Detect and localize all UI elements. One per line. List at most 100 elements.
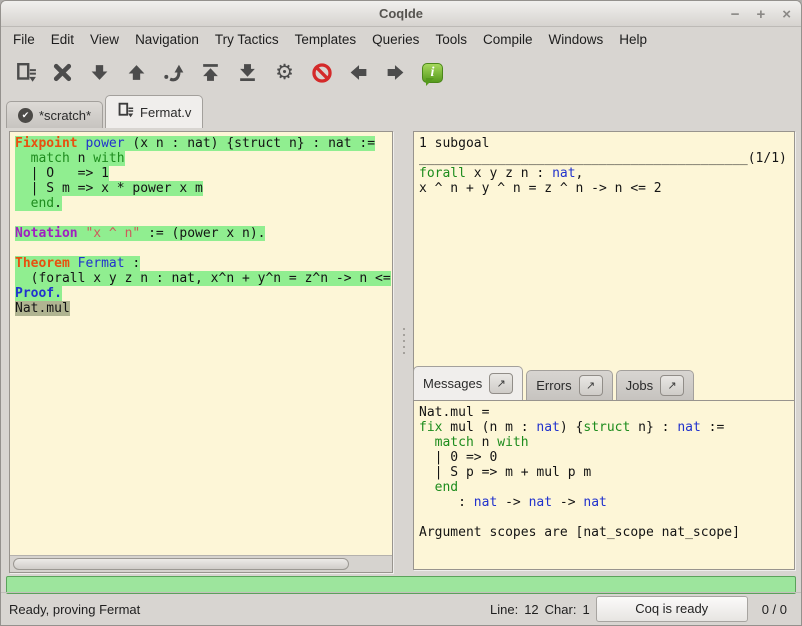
code-line: end (419, 480, 789, 495)
about-button[interactable]: i (414, 56, 451, 90)
job-counter: 0 / 0 (754, 602, 791, 617)
save-button[interactable] (7, 56, 44, 90)
tab-jobs-label: Jobs (626, 378, 653, 393)
arrow-up-icon (126, 62, 147, 83)
window-controls: − + × (731, 1, 791, 27)
menu-templates[interactable]: Templates (287, 29, 365, 50)
tab-fermat-label: Fermat.v (140, 105, 191, 120)
code-line: Notation "x ^ n" := (power x n). (15, 226, 387, 241)
coq-status-indicator: Coq is ready (596, 596, 748, 622)
restart-button[interactable] (192, 56, 229, 90)
code-line: | S p => m + mul p m (419, 465, 789, 480)
close-button[interactable]: × (782, 7, 791, 22)
detach-arrow-icon: ↗ (586, 379, 595, 392)
arrow-down-icon (89, 62, 110, 83)
gear-icon: ⚙ (275, 62, 294, 83)
interrupt-button[interactable] (303, 56, 340, 90)
maximize-button[interactable]: + (756, 7, 765, 22)
close-button-toolbar[interactable] (44, 56, 81, 90)
previous-button[interactable] (340, 56, 377, 90)
code-line: | 0 => 0 (419, 450, 789, 465)
editor-horizontal-scrollbar[interactable] (10, 555, 392, 572)
detach-errors-button[interactable]: ↗ (579, 375, 603, 396)
code-line: Theorem Fermat : (15, 256, 387, 271)
messages-code: Nat.mul =fix mul (n m : nat) {struct n} … (414, 401, 794, 544)
window-titlebar: CoqIde − + × (1, 1, 801, 27)
code-line: Fixpoint power (x n : nat) {struct n} : … (15, 136, 387, 151)
code-line: ________________________________________… (419, 151, 789, 166)
code-line: Proof. (15, 286, 387, 301)
window-title: CoqIde (1, 1, 801, 27)
code-line (419, 510, 789, 525)
code-line: Argument scopes are [nat_scope nat_scope… (419, 525, 789, 540)
code-line: Nat.mul (15, 301, 387, 316)
code-line (15, 241, 387, 256)
goals-code: 1 subgoal_______________________________… (414, 132, 794, 200)
menu-file[interactable]: File (5, 29, 43, 50)
save-icon (15, 62, 37, 84)
document-save-icon (117, 102, 134, 122)
script-code[interactable]: Fixpoint power (x n : nat) {struct n} : … (10, 132, 392, 320)
detach-arrow-icon: ↗ (668, 379, 677, 392)
code-line: match n with (419, 435, 789, 450)
tab-scratch-label: *scratch* (39, 108, 91, 123)
tab-messages-label: Messages (423, 376, 482, 391)
tab-errors-label: Errors (536, 378, 571, 393)
code-line (15, 211, 387, 226)
code-line: 1 subgoal (419, 136, 789, 151)
char-label: Char: (545, 602, 577, 617)
menu-queries[interactable]: Queries (364, 29, 427, 50)
code-line: fix mul (n m : nat) {struct n} : nat := (419, 420, 789, 435)
code-line: | S m => x * power x m (15, 181, 387, 196)
document-tabs: ✔ *scratch* Fermat.v (1, 94, 801, 128)
line-value: 12 (524, 602, 538, 617)
menubar: File Edit View Navigation Try Tactics Te… (1, 27, 801, 51)
message-notebook-tabs: Messages ↗ Errors ↗ Jobs ↗ (413, 366, 697, 400)
fully-check-button[interactable]: ⚙ (266, 56, 303, 90)
main-area: Fixpoint power (x n : nat) {struct n} : … (1, 128, 801, 575)
toolbar: ⚙ i (1, 51, 801, 94)
arrow-right-icon (385, 62, 406, 83)
char-value: 1 (582, 602, 589, 617)
arrow-up-to-bar-icon (200, 62, 221, 83)
code-line: (forall x y z n : nat, x^n + y^n = z^n -… (15, 271, 387, 286)
next-button[interactable] (377, 56, 414, 90)
check-circle-icon: ✔ (18, 108, 33, 123)
detach-messages-button[interactable]: ↗ (489, 373, 513, 394)
arrow-left-icon (348, 62, 369, 83)
menu-windows[interactable]: Windows (540, 29, 611, 50)
line-label: Line: (490, 602, 518, 617)
detach-arrow-icon: ↗ (497, 377, 506, 390)
prohibition-icon (311, 62, 333, 84)
arrow-down-to-bar-icon (237, 62, 258, 83)
menu-tools[interactable]: Tools (427, 29, 475, 50)
menu-help[interactable]: Help (611, 29, 655, 50)
step-forward-button[interactable] (81, 56, 118, 90)
code-line: match n with (15, 151, 387, 166)
scrollbar-thumb[interactable] (13, 558, 349, 570)
menu-compile[interactable]: Compile (475, 29, 541, 50)
code-line: end. (15, 196, 387, 211)
minimize-button[interactable]: − (731, 7, 740, 22)
tab-errors[interactable]: Errors ↗ (526, 370, 612, 400)
menu-view[interactable]: View (82, 29, 127, 50)
tab-scratch[interactable]: ✔ *scratch* (6, 101, 103, 128)
script-buffer[interactable]: Fixpoint power (x n : nat) {struct n} : … (9, 131, 393, 573)
code-line: x ^ n + y ^ n = z ^ n -> n <= 2 (419, 181, 789, 196)
tab-messages[interactable]: Messages ↗ (413, 366, 523, 400)
detach-jobs-button[interactable]: ↗ (660, 375, 684, 396)
go-to-end-button[interactable] (229, 56, 266, 90)
messages-panel[interactable]: Nat.mul =fix mul (n m : nat) {struct n} … (413, 400, 795, 570)
vertical-splitter[interactable] (400, 328, 408, 354)
tab-fermat[interactable]: Fermat.v (105, 95, 203, 128)
menu-try-tactics[interactable]: Try Tactics (207, 29, 287, 50)
code-line: Nat.mul = (419, 405, 789, 420)
goto-cursor-icon (163, 62, 185, 84)
menu-edit[interactable]: Edit (43, 29, 82, 50)
code-line: | O => 1 (15, 166, 387, 181)
tab-jobs[interactable]: Jobs ↗ (616, 370, 694, 400)
status-right: Line: 12 Char: 1 Coq is ready 0 / 0 (490, 596, 801, 622)
menu-navigation[interactable]: Navigation (127, 29, 207, 50)
go-to-cursor-button[interactable] (155, 56, 192, 90)
step-backward-button[interactable] (118, 56, 155, 90)
